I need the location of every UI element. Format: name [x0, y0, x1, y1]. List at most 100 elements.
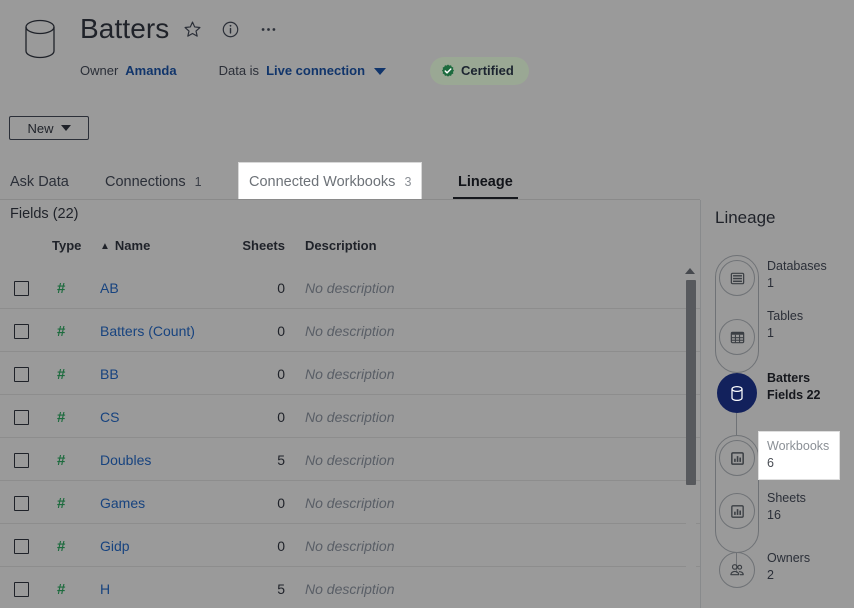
row-checkbox-cell	[14, 438, 29, 482]
lineage-node-count: 16	[767, 507, 806, 524]
row-checkbox[interactable]	[14, 453, 29, 468]
info-circle-icon[interactable]	[215, 14, 245, 44]
tab-connections[interactable]: Connections 1	[95, 163, 212, 200]
certified-badge[interactable]: Certified	[430, 57, 529, 85]
number-hash-icon: #	[57, 323, 65, 340]
table-scrollbar-thumb[interactable]	[686, 280, 696, 485]
lineage-node-databases[interactable]	[719, 260, 755, 296]
row-sheets-cell: 0	[200, 352, 285, 396]
lineage-label-databases[interactable]: Databases 1	[767, 258, 827, 292]
lineage-label-current-datasource[interactable]: Batters Fields 22	[767, 370, 821, 404]
field-description: No description	[305, 538, 395, 554]
row-checkbox[interactable]	[14, 410, 29, 425]
lineage-node-sheets[interactable]	[719, 493, 755, 529]
certified-label: Certified	[461, 62, 514, 80]
column-header-name[interactable]: ▲Name	[100, 236, 150, 257]
table-row[interactable]: # Games 0 No description	[0, 480, 700, 524]
new-button[interactable]: New	[9, 116, 89, 140]
field-name-link[interactable]: BB	[100, 366, 119, 382]
field-description: No description	[305, 452, 395, 468]
row-description-cell: No description	[305, 309, 395, 353]
owner-value[interactable]: Amanda	[125, 62, 176, 80]
lineage-label-sheets[interactable]: Sheets 16	[767, 490, 806, 524]
lineage-node-name: Owners	[767, 550, 810, 567]
number-hash-icon: #	[57, 280, 65, 297]
row-sheets-cell: 0	[200, 395, 285, 439]
star-icon[interactable]	[177, 14, 207, 44]
connection-type-value[interactable]: Live connection	[266, 62, 365, 80]
table-row[interactable]: # Doubles 5 No description	[0, 437, 700, 481]
table-row[interactable]: # AB 0 No description	[0, 266, 700, 309]
table-row[interactable]: # CS 0 No description	[0, 394, 700, 438]
row-type-cell: #	[57, 352, 65, 396]
column-header-type[interactable]: Type	[52, 236, 81, 256]
sheets-count: 0	[277, 323, 285, 339]
sheets-count: 5	[277, 452, 285, 468]
field-name-link[interactable]: Doubles	[100, 452, 151, 468]
tab-ask-data[interactable]: Ask Data	[0, 163, 79, 200]
row-checkbox[interactable]	[14, 281, 29, 296]
lineage-node-count: 6	[767, 455, 831, 472]
row-sheets-cell: 0	[200, 524, 285, 568]
page-header: Batters	[0, 0, 854, 104]
row-type-cell: #	[57, 309, 65, 353]
lineage-label-workbooks[interactable]: Workbooks 6	[759, 432, 839, 479]
row-type-cell: #	[57, 481, 65, 525]
lineage-node-name: Sheets	[767, 490, 806, 507]
row-checkbox[interactable]	[14, 539, 29, 554]
lineage-node-workbooks[interactable]	[719, 440, 755, 476]
tab-lineage[interactable]: Lineage	[448, 163, 523, 200]
lineage-node-owners[interactable]	[719, 552, 755, 588]
row-checkbox-cell	[14, 481, 29, 525]
metadata-row: Owner Amanda Data is Live connection Cer…	[80, 57, 529, 85]
row-checkbox[interactable]	[14, 324, 29, 339]
lineage-node-count: 1	[767, 325, 803, 342]
lineage-label-owners[interactable]: Owners 2	[767, 550, 810, 584]
row-type-cell: #	[57, 438, 65, 482]
row-checkbox[interactable]	[14, 496, 29, 511]
ellipsis-icon[interactable]	[253, 14, 283, 44]
row-checkbox[interactable]	[14, 367, 29, 382]
row-name-cell: AB	[100, 266, 119, 310]
field-name-link[interactable]: Gidp	[100, 538, 130, 554]
number-hash-icon: #	[57, 452, 65, 469]
number-hash-icon: #	[57, 538, 65, 555]
column-header-description[interactable]: Description	[305, 236, 377, 256]
field-name-link[interactable]: H	[100, 581, 110, 597]
field-name-link[interactable]: CS	[100, 409, 119, 425]
chevron-down-icon[interactable]	[374, 68, 386, 75]
page-title: Batters	[80, 12, 169, 46]
row-checkbox[interactable]	[14, 582, 29, 597]
table-row[interactable]: # H 5 No description	[0, 566, 700, 608]
database-stack-icon	[729, 270, 746, 287]
tab-count: 1	[195, 175, 202, 189]
field-description: No description	[305, 581, 395, 597]
lineage-node-name: Databases	[767, 258, 827, 275]
sheets-count: 0	[277, 538, 285, 554]
row-description-cell: No description	[305, 567, 395, 608]
lineage-title: Lineage	[715, 208, 776, 228]
lineage-node-current-datasource[interactable]	[717, 373, 757, 413]
row-checkbox-cell	[14, 395, 29, 439]
field-name-link[interactable]: AB	[100, 280, 119, 296]
field-name-link[interactable]: Games	[100, 495, 145, 511]
lineage-label-tables[interactable]: Tables 1	[767, 308, 803, 342]
field-name-link[interactable]: Batters (Count)	[100, 323, 195, 339]
datasource-cylinder-icon	[729, 384, 745, 403]
row-checkbox-cell	[14, 266, 29, 310]
table-row[interactable]: # Gidp 0 No description	[0, 523, 700, 567]
row-sheets-cell: 5	[200, 438, 285, 482]
lineage-node-tables[interactable]	[719, 319, 755, 355]
owner-label: Owner	[80, 62, 118, 80]
column-header-sheets[interactable]: Sheets	[200, 236, 285, 256]
table-header-row: Type ▲Name Sheets Description	[0, 236, 700, 264]
datasource-page: Batters	[0, 0, 854, 608]
table-row[interactable]: # Batters (Count) 0 No description	[0, 308, 700, 352]
table-row[interactable]: # BB 0 No description	[0, 351, 700, 395]
tab-connected-workbooks[interactable]: Connected Workbooks 3	[239, 163, 421, 200]
row-description-cell: No description	[305, 395, 395, 439]
chevron-down-icon	[61, 125, 71, 131]
lineage-panel: Lineage Databases 1	[701, 200, 854, 608]
row-sheets-cell: 5	[200, 567, 285, 608]
scroll-up-arrow-icon[interactable]	[685, 268, 695, 274]
